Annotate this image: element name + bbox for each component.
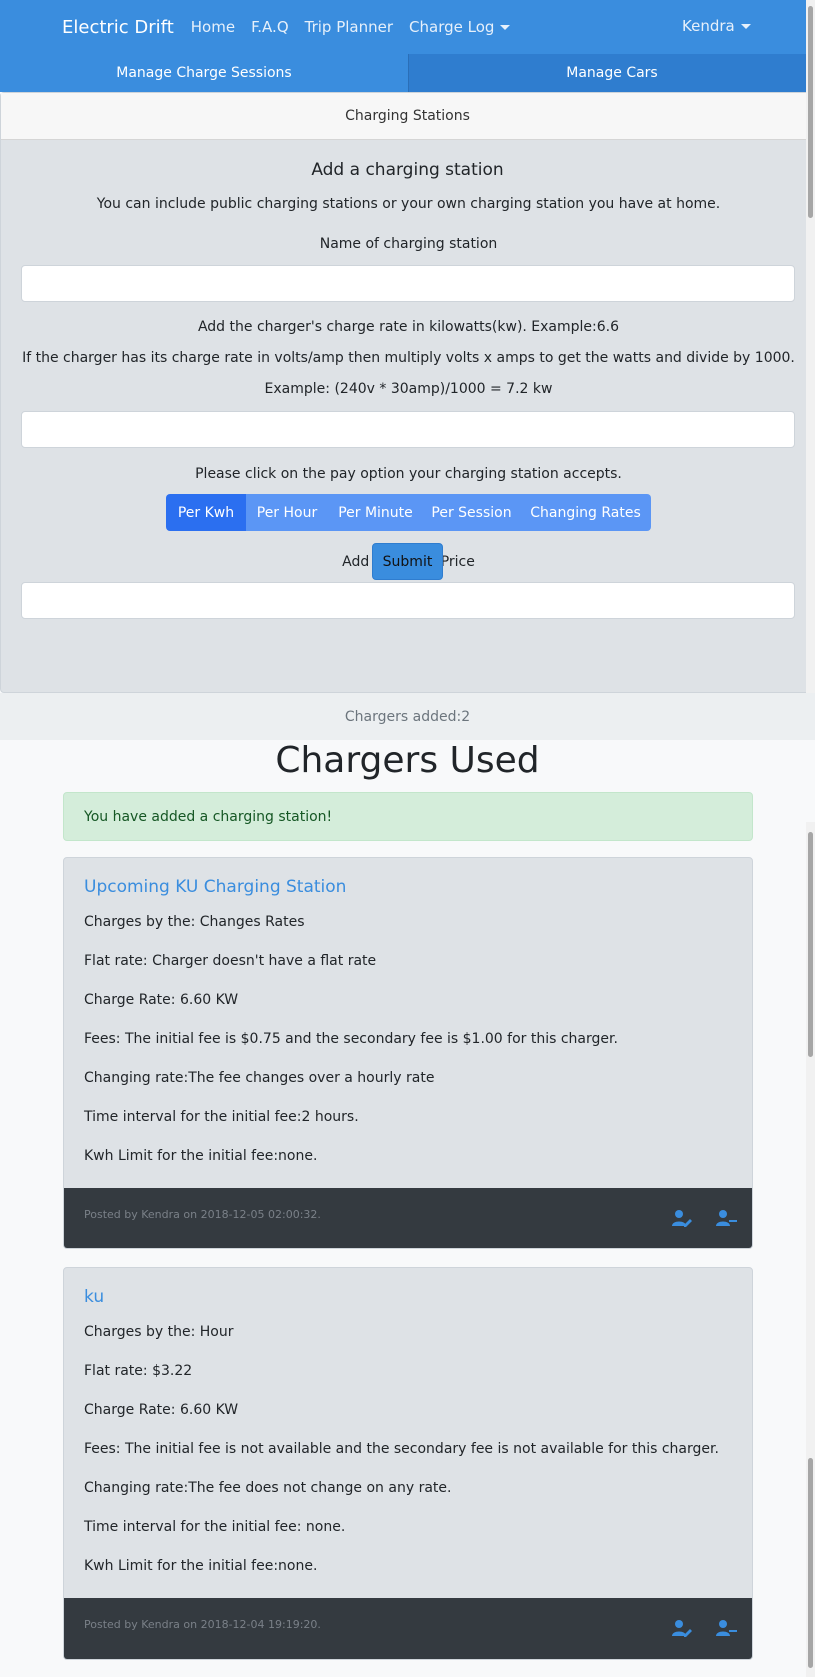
pay-per-session-button[interactable]: Per Session bbox=[423, 494, 520, 531]
rate-help: If the charger has its charge rate in vo… bbox=[22, 350, 795, 366]
pay-per-minute-button[interactable]: Per Minute bbox=[328, 494, 423, 531]
charger-card: Upcoming KU Charging Station Charges by … bbox=[63, 857, 753, 1249]
pay-label: Please click on the pay option your char… bbox=[195, 466, 622, 482]
pay-per-hour-button[interactable]: Per Hour bbox=[246, 494, 328, 531]
navbar: Electric Drift Home F.A.Q Trip Planner C… bbox=[0, 0, 815, 54]
page-title: Chargers Used bbox=[275, 740, 540, 781]
chevron-down-icon bbox=[740, 24, 751, 29]
form-intro: You can include public charging stations… bbox=[96, 196, 721, 212]
user-minus-icon[interactable] bbox=[715, 1208, 737, 1230]
user-name: Kendra bbox=[682, 17, 735, 35]
user-edit-icon[interactable] bbox=[671, 1208, 693, 1230]
tab-manage-cars[interactable]: Manage Cars bbox=[408, 54, 815, 92]
charger-kwh-limit: Kwh Limit for the initial fee:none. bbox=[84, 1148, 318, 1164]
chevron-down-icon bbox=[500, 25, 511, 30]
scrollbar-thumb[interactable] bbox=[808, 6, 813, 218]
flat-rate-input[interactable] bbox=[21, 582, 795, 619]
nav-faq[interactable]: F.A.Q bbox=[251, 18, 289, 36]
brand[interactable]: Electric Drift bbox=[62, 17, 174, 38]
charging-station-form-card: Charging Stations Add a charging station… bbox=[0, 92, 815, 693]
submit-button[interactable]: Submit bbox=[372, 543, 443, 580]
nav-trip-planner[interactable]: Trip Planner bbox=[305, 18, 393, 36]
charger-footer: Posted by Kendra on 2018-12-05 02:00:32. bbox=[64, 1188, 752, 1248]
charger-name[interactable]: ku bbox=[84, 1287, 104, 1307]
posted-by: Posted by Kendra on 2018-12-05 02:00:32. bbox=[84, 1208, 321, 1221]
charger-flat-rate: Flat rate: Charger doesn't have a flat r… bbox=[84, 953, 377, 969]
charger-changing-rate: Changing rate:The fee changes over a hou… bbox=[84, 1070, 435, 1086]
charger-charge-rate: Charge Rate: 6.60 KW bbox=[84, 1402, 239, 1418]
charger-fees: Fees: The initial fee is not available a… bbox=[84, 1441, 719, 1457]
nav-home[interactable]: Home bbox=[191, 18, 235, 36]
scrollbar-bottom[interactable] bbox=[806, 822, 815, 1677]
station-name-input[interactable] bbox=[21, 265, 795, 302]
rate-label: Add the charger's charge rate in kilowat… bbox=[197, 319, 620, 335]
charger-kwh-limit: Kwh Limit for the initial fee:none. bbox=[84, 1558, 318, 1574]
tab-manage-charge-sessions[interactable]: Manage Charge Sessions bbox=[0, 54, 408, 92]
scrollbar-thumb[interactable] bbox=[808, 832, 813, 1057]
charger-charges-by: Charges by the: Hour bbox=[84, 1324, 234, 1340]
charger-charge-rate: Charge Rate: 6.60 KW bbox=[84, 992, 239, 1008]
card-header: Charging Stations bbox=[1, 93, 814, 140]
scrollbar-top[interactable] bbox=[806, 0, 815, 693]
nav-charge-log[interactable]: Charge Log bbox=[409, 18, 511, 36]
scrollbar-thumb[interactable] bbox=[808, 1458, 813, 1668]
charger-fees: Fees: The initial fee is $0.75 and the s… bbox=[84, 1031, 618, 1047]
charger-card: ku Charges by the: Hour Flat rate: $3.22… bbox=[63, 1267, 753, 1660]
nav-charge-log-label: Charge Log bbox=[409, 18, 495, 36]
posted-by: Posted by Kendra on 2018-12-04 19:19:20. bbox=[84, 1618, 321, 1631]
name-label: Name of charging station bbox=[319, 236, 498, 252]
user-edit-icon[interactable] bbox=[671, 1618, 693, 1640]
charger-flat-rate: Flat rate: $3.22 bbox=[84, 1363, 193, 1379]
user-menu[interactable]: Kendra bbox=[682, 17, 751, 35]
form-title: Add a charging station bbox=[311, 160, 504, 180]
charger-footer: Posted by Kendra on 2018-12-04 19:19:20. bbox=[64, 1598, 752, 1659]
charger-charges-by: Charges by the: Changes Rates bbox=[84, 914, 305, 930]
tab-bar: Manage Charge Sessions Manage Cars bbox=[0, 54, 815, 92]
charger-name[interactable]: Upcoming KU Charging Station bbox=[84, 877, 346, 897]
pay-option-group: Per Kwh Per Hour Per Minute Per Session … bbox=[166, 494, 651, 531]
pay-per-kwh-button[interactable]: Per Kwh bbox=[166, 494, 246, 531]
charger-time-interval: Time interval for the initial fee:2 hour… bbox=[84, 1109, 359, 1125]
rate-example: Example: (240v * 30amp)/1000 = 7.2 kw bbox=[264, 381, 553, 397]
chargers-added-count: Chargers added:2 bbox=[0, 693, 815, 740]
charger-time-interval: Time interval for the initial fee: none. bbox=[84, 1519, 346, 1535]
card-body: Add a charging station You can include p… bbox=[1, 160, 814, 619]
pay-changing-rates-button[interactable]: Changing Rates bbox=[520, 494, 651, 531]
charger-changing-rate: Changing rate:The fee does not change on… bbox=[84, 1480, 452, 1496]
success-alert: You have added a charging station! bbox=[63, 792, 753, 841]
user-minus-icon[interactable] bbox=[715, 1618, 737, 1640]
charge-rate-input[interactable] bbox=[21, 411, 795, 448]
